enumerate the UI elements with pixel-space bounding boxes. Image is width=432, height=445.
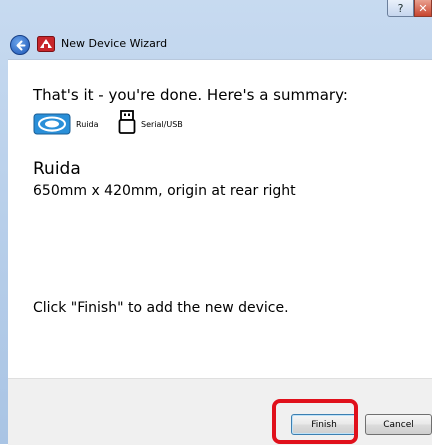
device-description: 650mm x 420mm, origin at rear right bbox=[33, 183, 296, 199]
finish-instruction: Click "Finish" to add the new device. bbox=[33, 300, 289, 316]
wizard-nav-bar: New Device Wizard bbox=[0, 30, 432, 59]
connection-type-label: Serial/USB bbox=[141, 120, 183, 129]
device-name: Ruida bbox=[33, 159, 81, 179]
cancel-button[interactable]: Cancel bbox=[365, 414, 432, 435]
usb-connection-icon bbox=[118, 110, 136, 134]
window-title: New Device Wizard bbox=[61, 37, 168, 50]
back-button[interactable] bbox=[10, 35, 30, 55]
device-summary-row: Ruida Serial/USB bbox=[33, 110, 333, 136]
wizard-content: That's it - you're done. Here's a summar… bbox=[8, 59, 432, 379]
wizard-app-icon bbox=[37, 36, 55, 52]
summary-heading: That's it - you're done. Here's a summar… bbox=[33, 86, 348, 104]
ruida-controller-icon bbox=[33, 113, 71, 135]
finish-highlight-annotation bbox=[272, 399, 358, 444]
back-arrow-icon bbox=[16, 40, 25, 50]
title-bar: ? ✕ bbox=[0, 0, 432, 30]
help-button[interactable]: ? bbox=[387, 0, 414, 17]
wizard-footer: Finish Cancel bbox=[8, 378, 432, 445]
close-button[interactable]: ✕ bbox=[414, 0, 432, 17]
caption-buttons: ? ✕ bbox=[387, 0, 432, 17]
window-frame: ? ✕ New Device Wizard That's it - you're… bbox=[0, 0, 432, 445]
device-icon-label: Ruida bbox=[76, 120, 99, 129]
